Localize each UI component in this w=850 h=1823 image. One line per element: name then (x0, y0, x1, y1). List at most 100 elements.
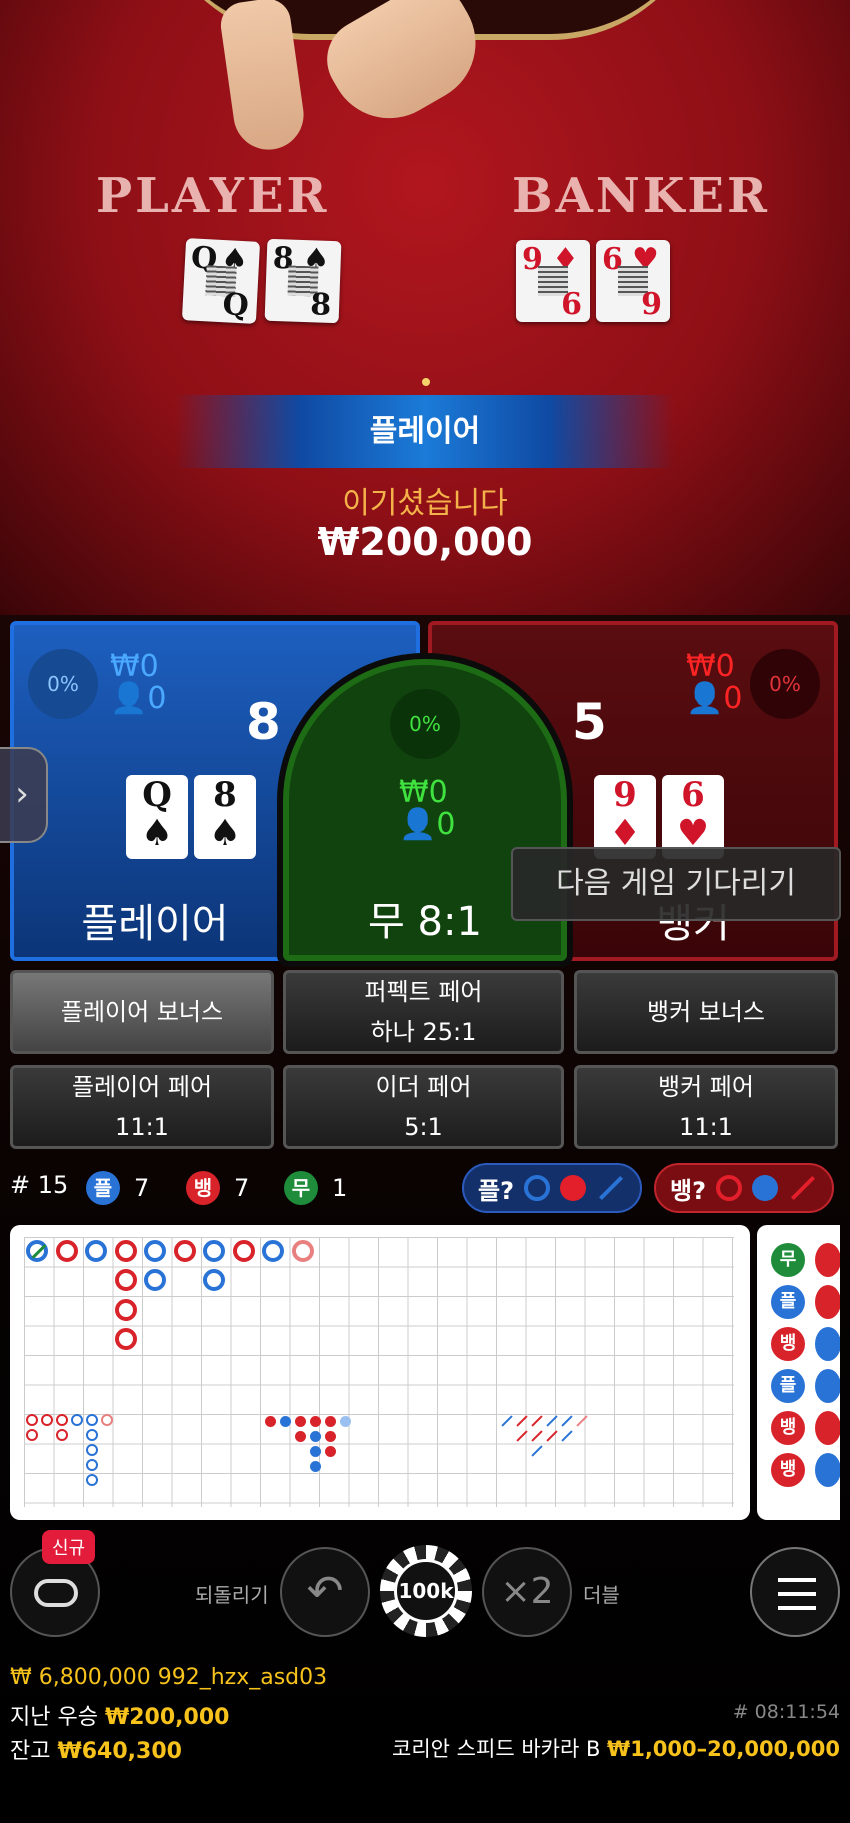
menu-button[interactable] (750, 1547, 840, 1637)
table-card: 6 ♥ 9 (596, 240, 670, 322)
table-card: Q ♠ Q (181, 238, 261, 324)
big-eye-marker (101, 1414, 113, 1426)
result-banner: 플레이어 (175, 395, 675, 468)
bead-marker-partial (815, 1285, 840, 1319)
hamburger-icon-middle (778, 1592, 816, 1596)
undo-label: 되돌리기 (195, 1583, 269, 1607)
big-eye-marker (56, 1429, 68, 1441)
game-time: # 08:11:54 (732, 1701, 840, 1723)
banker-money: ₩0 (686, 649, 735, 684)
ask-player-button[interactable]: 플? (462, 1163, 643, 1213)
indicator-dot (422, 378, 430, 386)
cockroach-icon (790, 1175, 816, 1201)
perfect-pair-button[interactable]: 퍼펙트 페어 하나 25:1 (283, 970, 564, 1054)
table-card: 9 ♦ 6 (516, 240, 590, 322)
big-eye-marker (41, 1414, 53, 1426)
last-win: 지난 우승 ₩200,000 (10, 1705, 230, 1730)
person-icon: 👤 (686, 681, 724, 716)
win-message: 이기셨습니다 (342, 486, 508, 521)
bead-road[interactable]: 무 플 뱅 플 뱅 뱅 (757, 1225, 840, 1520)
balance-user-line: ₩ 6,800,000 992_hzx_asd03 (10, 1665, 328, 1690)
double-button[interactable]: ×2 (482, 1547, 572, 1637)
road-marker-player (144, 1269, 166, 1291)
bead-marker-partial (815, 1453, 840, 1487)
road-marker-banker (174, 1240, 196, 1262)
small-road-marker (340, 1416, 351, 1427)
player-pair-button[interactable]: 플레이어 페어 11:1 (10, 1065, 274, 1149)
bead-marker: 뱅 (771, 1411, 805, 1445)
bead-marker: 뱅 (771, 1453, 805, 1487)
banker-count: 뱅7 (186, 1171, 249, 1205)
player-people: 👤0 (110, 681, 167, 716)
undo-button[interactable]: ↶ (280, 1547, 370, 1637)
small-road-icon (752, 1175, 779, 1201)
big-eye-marker (86, 1474, 98, 1486)
small-road-marker (325, 1416, 336, 1427)
big-eye-marker (56, 1414, 68, 1426)
player-card: 8 ♠ (194, 775, 256, 859)
bead-marker-partial (815, 1411, 840, 1445)
chip-value: 100k (394, 1559, 458, 1623)
betting-panel: 0% ₩0 👤0 8 Q ♠ 8 ♠ 플레이어 0% ₩0 👤0 5 9 ♦ 6 ♥ 뱅… (0, 615, 850, 1823)
player-card: Q ♠ (126, 775, 188, 859)
player-bonus-button[interactable]: 플레이어 보너스 (10, 970, 274, 1054)
road-marker-banker (292, 1240, 314, 1262)
small-road-marker (310, 1431, 321, 1442)
banker-pair-button[interactable]: 뱅커 페어 11:1 (574, 1065, 838, 1149)
table-info: 코리안 스피드 바카라 B ₩1,000–20,000,000 (392, 1737, 840, 1761)
scoreboard-roads[interactable] (10, 1225, 750, 1520)
table-card: 8 ♠ 8 (264, 238, 342, 324)
road-marker-banker (233, 1240, 255, 1262)
small-road-marker (310, 1461, 321, 1472)
banker-bonus-button[interactable]: 뱅커 보너스 (574, 970, 838, 1054)
person-icon: 👤 (399, 807, 437, 842)
bead-marker-partial (815, 1369, 840, 1403)
road-marker-player (144, 1240, 166, 1262)
chip-selector[interactable]: 100k (380, 1545, 472, 1637)
undo-icon: ↶ (306, 1566, 344, 1617)
road-marker-banker (115, 1240, 137, 1262)
big-eye-icon (716, 1175, 743, 1201)
big-eye-marker (26, 1429, 38, 1441)
big-eye-marker (86, 1444, 98, 1456)
side-panel-toggle[interactable]: › (0, 747, 48, 843)
tie-people: 👤0 (399, 807, 456, 842)
small-road-marker (310, 1416, 321, 1427)
double-icon: ×2 (500, 1571, 554, 1612)
bead-marker: 플 (771, 1369, 805, 1403)
tie-count: 무1 (284, 1171, 347, 1205)
player-label: 플레이어 (81, 901, 229, 947)
table-banker-label: BANKER (512, 168, 770, 224)
road-marker-banker (56, 1240, 78, 1262)
small-road-marker (325, 1446, 336, 1457)
table-player-label: PLAYER (96, 168, 330, 224)
player-money: ₩0 (110, 649, 159, 684)
small-road-marker (310, 1446, 321, 1457)
player-score: 8 (246, 693, 281, 751)
road-marker-banker (115, 1299, 137, 1321)
big-eye-marker (71, 1414, 83, 1426)
person-icon: 👤 (110, 681, 148, 716)
bead-marker: 뱅 (771, 1327, 805, 1361)
road-marker-player (203, 1240, 225, 1262)
road-marker-player (262, 1240, 284, 1262)
tie-pct: 0% (390, 689, 460, 759)
big-eye-marker (86, 1414, 98, 1426)
either-pair-button[interactable]: 이더 페어 5:1 (283, 1065, 564, 1149)
big-eye-marker (86, 1429, 98, 1441)
road-marker-banker (115, 1328, 137, 1350)
balance: 잔고 ₩640,300 (10, 1739, 182, 1764)
bead-marker-partial (815, 1243, 840, 1277)
win-amount: ₩200,000 (317, 520, 533, 564)
big-eye-icon (524, 1175, 551, 1201)
big-eye-marker (86, 1459, 98, 1471)
table-icon (34, 1579, 78, 1607)
ask-banker-button[interactable]: 뱅? (654, 1163, 835, 1213)
chevron-right-icon: › (15, 774, 29, 814)
new-badge: 신규 (42, 1530, 96, 1564)
player-pct: 0% (28, 649, 98, 719)
small-road-marker (265, 1416, 276, 1427)
tie-money: ₩0 (399, 775, 448, 810)
live-video-table: PLAYER BANKER Q ♠ Q 8 ♠ 8 9 ♦ 6 6 ♥ 9 플레이어 이… (0, 0, 850, 615)
small-road-marker (280, 1416, 291, 1427)
